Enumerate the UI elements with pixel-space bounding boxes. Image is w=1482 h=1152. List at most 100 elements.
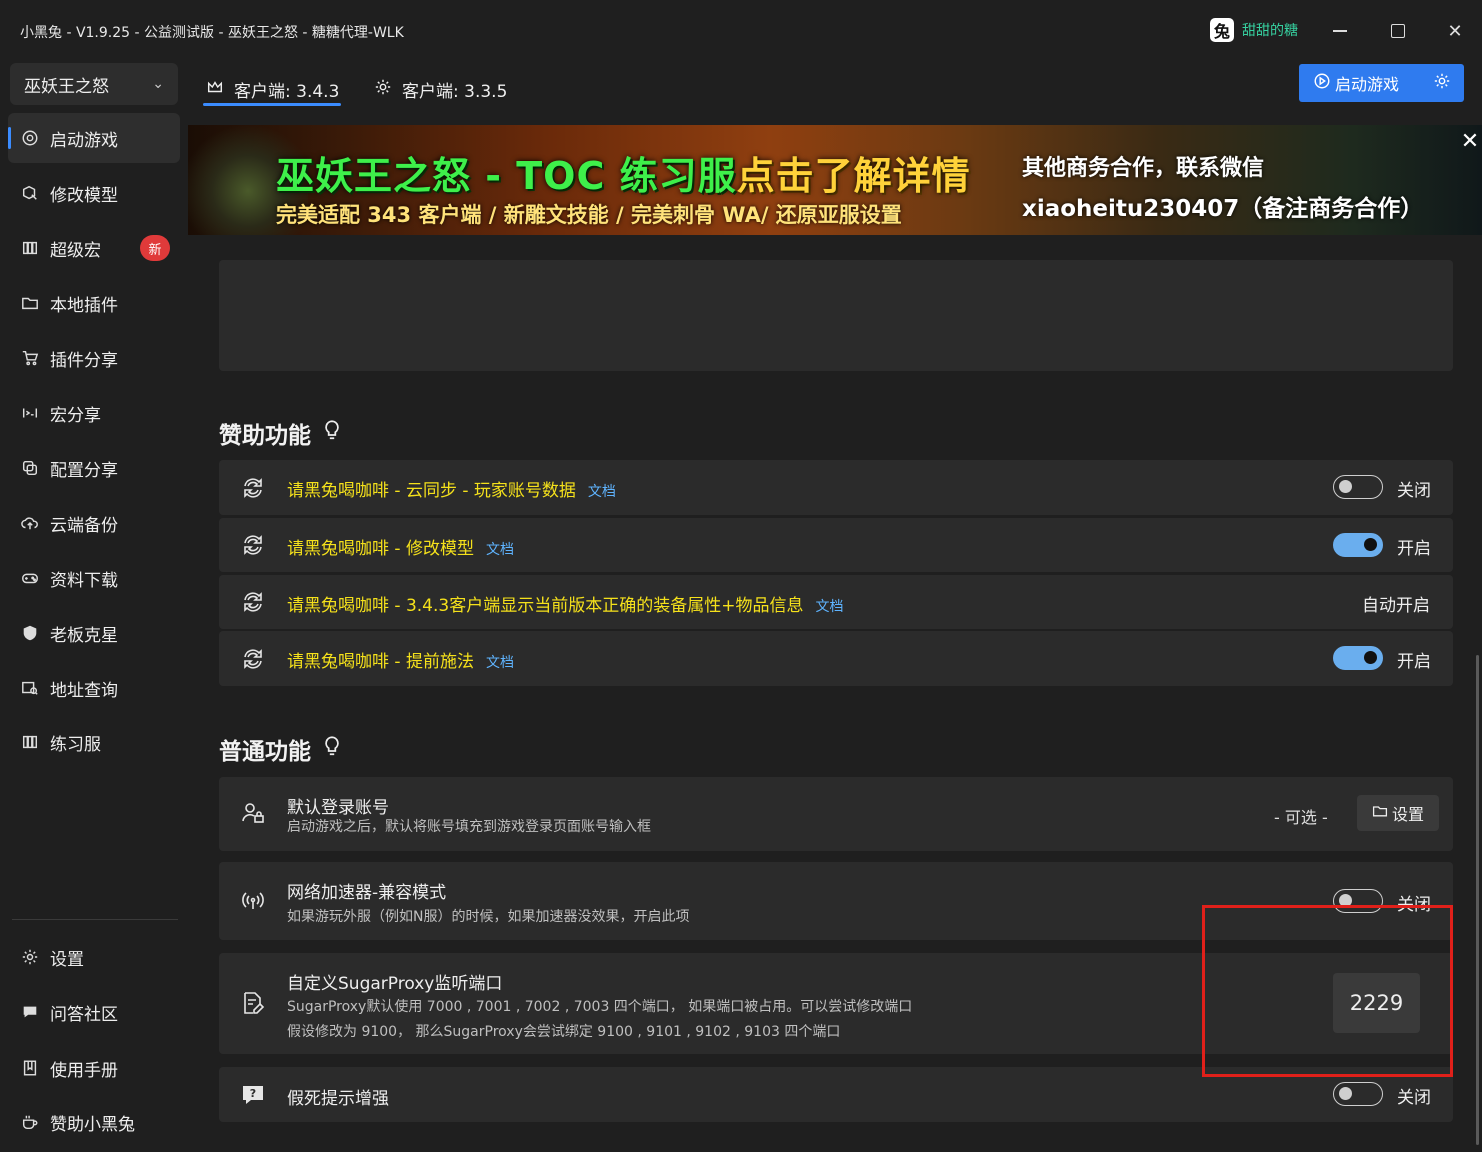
user-name[interactable]: 甜甜的糖 bbox=[1242, 20, 1298, 40]
toggle-state-label: 开启 bbox=[1397, 539, 1431, 559]
precast-toggle[interactable] bbox=[1333, 646, 1383, 670]
default-account-row: 默认登录账号 启动游戏之后，默认将账号填充到游戏登录页面账号输入框 - 可选 -… bbox=[219, 777, 1453, 851]
sidebar-item-label: 插件分享 bbox=[50, 350, 118, 371]
rabbit-logo-icon: 兔 bbox=[1210, 18, 1234, 42]
doc-link[interactable]: 文档 bbox=[588, 484, 616, 500]
sidebar-item-launch-game[interactable]: 启动游戏 bbox=[8, 113, 180, 163]
gear-icon bbox=[374, 78, 392, 101]
sidebar-item-community[interactable]: 问答社区 bbox=[8, 987, 180, 1037]
cloud-sync-toggle[interactable] bbox=[1333, 475, 1383, 499]
tab-label: 客户端: 3.3.5 bbox=[402, 81, 508, 102]
folder-icon bbox=[1372, 803, 1388, 823]
row-label-text: 请黑兔喝咖啡 - 修改模型 bbox=[287, 539, 474, 559]
account-settings-button[interactable]: 设置 bbox=[1357, 795, 1439, 831]
copy-icon bbox=[20, 458, 40, 478]
sidebar-item-label: 启动游戏 bbox=[50, 130, 118, 151]
sponsor-row-item-info: 请黑兔喝咖啡 - 3.4.3客户端显示当前版本正确的装备属性+物品信息 文档 自动… bbox=[219, 575, 1453, 629]
launch-game-button[interactable]: 启动游戏 bbox=[1299, 64, 1464, 102]
doc-link[interactable]: 文档 bbox=[486, 655, 514, 671]
doc-link[interactable]: 文档 bbox=[486, 542, 514, 558]
row-description-2: 假设修改为 9100， 那么SugarProxy会尝试绑定 9100 , 910… bbox=[287, 1024, 841, 1040]
sidebar-item-label: 地址查询 bbox=[50, 680, 118, 701]
sidebar-divider bbox=[12, 919, 178, 920]
sidebar-item-super-macro[interactable]: 超级宏 新 bbox=[8, 223, 180, 273]
maximize-button[interactable] bbox=[1383, 16, 1413, 46]
sidebar-item-boss-key[interactable]: 老板克星 bbox=[8, 608, 180, 658]
row-label-text: 请黑兔喝咖啡 - 提前施法 bbox=[287, 652, 474, 672]
toggle-knob bbox=[1364, 538, 1377, 551]
toggle-knob bbox=[1364, 651, 1377, 664]
sidebar: 巫妖王之怒 ⌄ 启动游戏 修改模型 超级宏 新 本地插件 插件分享 宏分享 配置… bbox=[0, 62, 188, 1152]
banner-wechat-id: xiaoheitu230407（备注商务合作） bbox=[1022, 196, 1424, 222]
launch-game-main[interactable]: 启动游戏 bbox=[1299, 71, 1417, 95]
sponsor-row-precast: 请黑兔喝咖啡 - 提前施法 文档 开启 bbox=[219, 631, 1453, 686]
normal-section-title: 普通功能 bbox=[219, 732, 343, 766]
toggle-state-label: 开启 bbox=[1397, 652, 1431, 672]
sidebar-item-label: 资料下载 bbox=[50, 570, 118, 591]
sidebar-item-plugin-share[interactable]: 插件分享 bbox=[8, 333, 180, 383]
sidebar-item-modify-model[interactable]: 修改模型 bbox=[8, 168, 180, 218]
row-title: 网络加速器-兼容模式 bbox=[287, 883, 447, 903]
minimize-button[interactable] bbox=[1325, 16, 1355, 46]
sidebar-item-label: 云端备份 bbox=[50, 515, 118, 536]
sync-icon bbox=[239, 645, 267, 673]
question-bubble-icon: ? bbox=[239, 1081, 267, 1109]
sponsor-row-modify-model: 请黑兔喝咖啡 - 修改模型 文档 开启 bbox=[219, 518, 1453, 572]
gear-icon bbox=[1433, 72, 1451, 94]
sponsor-row-label: 请黑兔喝咖啡 - 3.4.3客户端显示当前版本正确的装备属性+物品信息 文档 bbox=[287, 591, 843, 616]
tab-client-343[interactable]: 客户端: 3.4.3 bbox=[206, 72, 339, 106]
toggle-knob bbox=[1339, 1087, 1352, 1100]
edit-document-icon bbox=[239, 989, 267, 1017]
sidebar-item-label: 配置分享 bbox=[50, 460, 118, 481]
sponsor-row-cloud-sync: 请黑兔喝咖啡 - 云同步 - 玩家账号数据 文档 关闭 bbox=[219, 460, 1453, 515]
doc-link[interactable]: 文档 bbox=[815, 599, 843, 615]
row-title: 默认登录账号 bbox=[287, 798, 389, 818]
banner-close-icon[interactable]: ✕ bbox=[1460, 129, 1480, 154]
game-select-value: 巫妖王之怒 bbox=[24, 76, 109, 97]
sidebar-item-sponsor[interactable]: 赞助小黑兔 bbox=[8, 1097, 180, 1147]
folder-icon bbox=[20, 293, 40, 313]
sidebar-item-macro-share[interactable]: 宏分享 bbox=[8, 388, 180, 438]
user-lock-icon bbox=[239, 799, 267, 827]
modify-model-toggle[interactable] bbox=[1333, 533, 1383, 557]
banner-subline: 完美适配 343 客户端 / 新雕文技能 / 完美刺骨 WA/ 还原亚服设置 bbox=[276, 203, 902, 227]
code-icon bbox=[20, 403, 40, 423]
broadcast-icon bbox=[239, 887, 267, 915]
sponsor-row-label: 请黑兔喝咖啡 - 提前施法 文档 bbox=[287, 647, 514, 672]
chevron-down-icon: ⌄ bbox=[152, 76, 164, 92]
target-icon bbox=[20, 128, 40, 148]
sidebar-item-cloud-backup[interactable]: 云端备份 bbox=[8, 498, 180, 548]
launch-settings-button[interactable] bbox=[1420, 72, 1464, 94]
sidebar-item-downloads[interactable]: 资料下载 bbox=[8, 553, 180, 603]
sidebar-item-label: 修改模型 bbox=[50, 185, 118, 206]
sidebar-item-address-lookup[interactable]: 地址查询 bbox=[8, 663, 180, 713]
promo-banner[interactable]: 巫妖王之怒 - TOC 练习服点击了解详情 完美适配 343 客户端 / 新雕文… bbox=[188, 125, 1482, 235]
scrollbar[interactable] bbox=[1476, 655, 1479, 1145]
toggle-state-label: 关闭 bbox=[1397, 1088, 1431, 1108]
map-search-icon bbox=[20, 678, 40, 698]
sync-icon bbox=[239, 531, 267, 559]
columns-icon bbox=[20, 732, 40, 752]
sidebar-item-settings[interactable]: 设置 bbox=[8, 932, 180, 982]
lightbulb-icon bbox=[321, 419, 343, 447]
close-button[interactable]: ✕ bbox=[1440, 16, 1470, 46]
highlight-annotation-box bbox=[1202, 905, 1453, 1077]
gear-icon bbox=[20, 947, 40, 967]
toggle-state-label: 关闭 bbox=[1397, 481, 1431, 501]
active-tab-indicator bbox=[203, 103, 341, 106]
sync-icon bbox=[239, 588, 267, 616]
tab-client-335[interactable]: 客户端: 3.3.5 bbox=[374, 72, 507, 106]
row-title: 自定义SugarProxy监听端口 bbox=[287, 974, 503, 994]
sidebar-item-label: 问答社区 bbox=[50, 1004, 118, 1025]
row-description: 启动游戏之后，默认将账号填充到游戏登录页面账号输入框 bbox=[287, 819, 651, 835]
game-select[interactable]: 巫妖王之怒 ⌄ bbox=[10, 63, 178, 105]
sidebar-item-config-share[interactable]: 配置分享 bbox=[8, 443, 180, 493]
sidebar-item-manual[interactable]: 使用手册 bbox=[8, 1043, 180, 1093]
sidebar-item-label: 超级宏 bbox=[50, 240, 101, 261]
section-title-text: 普通功能 bbox=[219, 739, 311, 765]
sidebar-item-label: 练习服 bbox=[50, 734, 101, 755]
sidebar-item-local-plugins[interactable]: 本地插件 bbox=[8, 278, 180, 328]
fake-death-toggle[interactable] bbox=[1333, 1082, 1383, 1106]
sidebar-item-practice-server[interactable]: 练习服 bbox=[8, 717, 180, 767]
user-badge[interactable]: 兔 甜甜的糖 bbox=[1210, 18, 1298, 42]
